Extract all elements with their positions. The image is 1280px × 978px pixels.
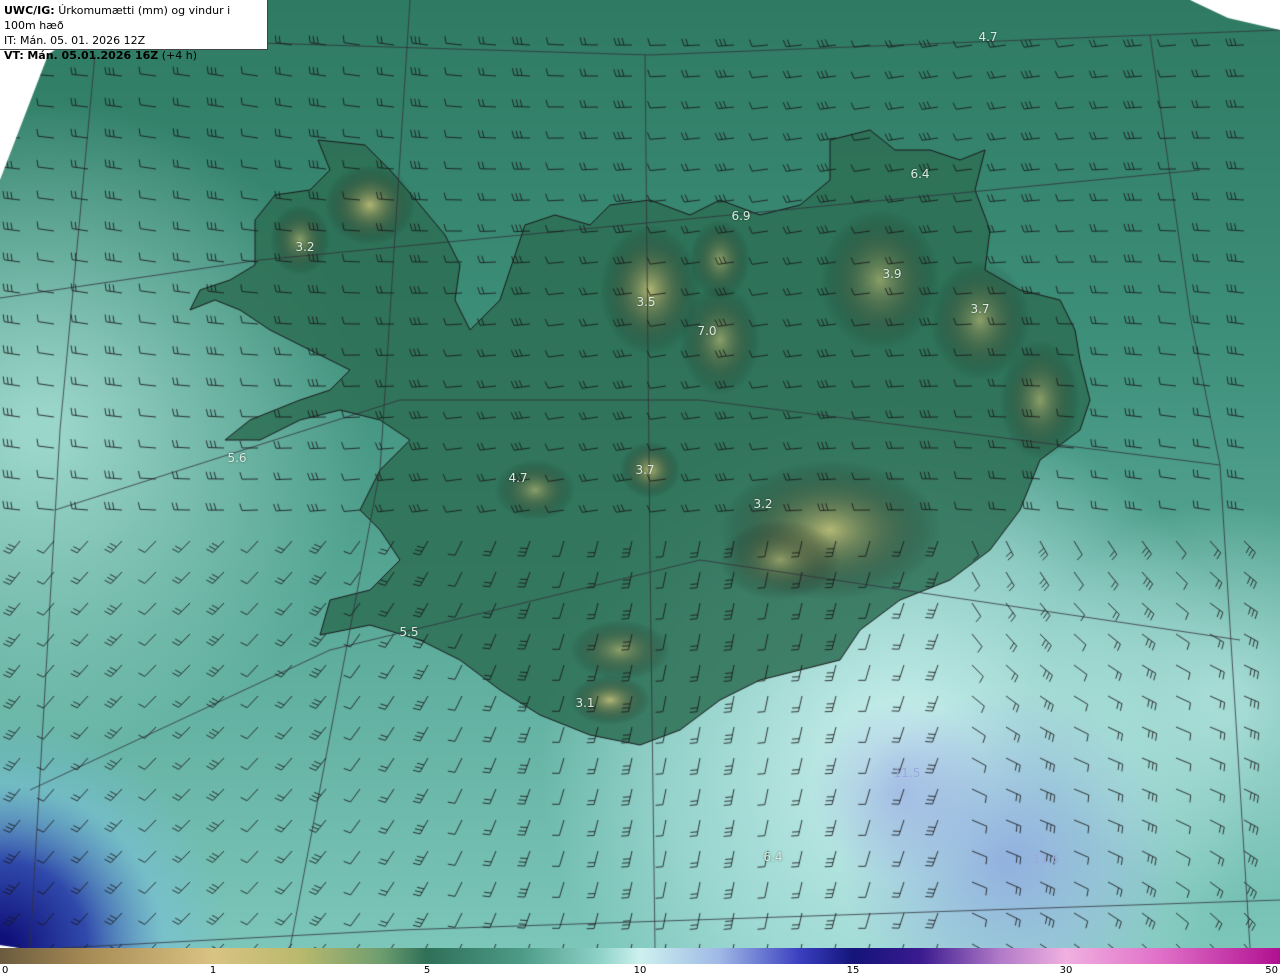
map-value-label: 3.7: [635, 463, 655, 477]
colorbar-tick: 30: [1059, 965, 1073, 976]
map-value-label: 3.9: [882, 267, 902, 281]
map-value-label: 7.0: [697, 324, 717, 338]
map-value-label: 3.7: [970, 302, 990, 316]
map-value-label: 6.4: [763, 850, 783, 864]
valid-label: VT:: [4, 49, 24, 62]
lead-time: (+4 h): [161, 49, 198, 62]
map-value-label: 4.7: [508, 471, 528, 485]
map-value-label: 11.6: [1032, 852, 1060, 866]
map-value-label: 6.4: [910, 167, 930, 181]
map-value-label: 5.5: [399, 625, 419, 639]
init-time: IT: Mán. 05. 01. 2026 12Z: [4, 34, 146, 47]
map-value-label: 5.6: [227, 451, 247, 465]
colorbar-tick: 1: [209, 965, 217, 976]
colorbar-tick: 0: [2, 965, 9, 976]
colorbar-tick: 50: [1265, 965, 1278, 976]
colorbar-gradient: [0, 948, 1280, 964]
map-value-label: 3.2: [295, 240, 315, 254]
map-value-label: 3.5: [636, 295, 656, 309]
colorbar-tick: 5: [423, 965, 431, 976]
map-value-label: 11.5: [893, 766, 921, 780]
valid-time: Mán. 05.01.2026 16Z: [27, 49, 159, 62]
colorbar-tick: 10: [633, 965, 647, 976]
colorbar: 0 1 5 10 15 30 50: [0, 948, 1280, 978]
map-value-label: 4.7: [978, 30, 998, 44]
map-value-label: 3.1: [575, 696, 595, 710]
model-label: UWC/IG:: [4, 4, 55, 17]
map-header: UWC/IG: Úrkomumætti (mm) og vindur i 100…: [0, 0, 268, 62]
map-value-label: 6.9: [731, 209, 751, 223]
map-value-label: 3.2: [753, 497, 773, 511]
colorbar-tick: 15: [846, 965, 860, 976]
